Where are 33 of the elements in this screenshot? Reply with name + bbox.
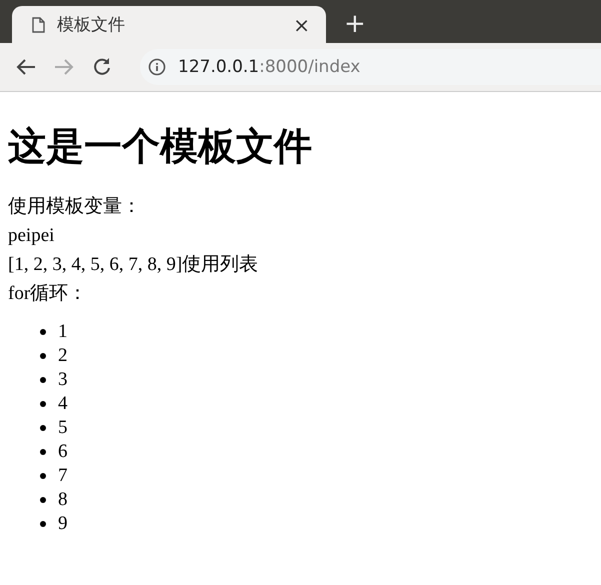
- list-item: 2: [58, 344, 68, 368]
- address-field[interactable]: 127.0.0.1:8000/index: [140, 49, 601, 85]
- back-arrow-icon: [16, 58, 36, 76]
- bullet-icon: [40, 521, 46, 527]
- text-line: peipei: [8, 225, 54, 246]
- browser-tab[interactable]: 模板文件 ×: [12, 6, 326, 43]
- list-item: 9: [58, 512, 68, 536]
- bullet-icon: [40, 377, 46, 383]
- close-tab-button[interactable]: ×: [289, 12, 314, 36]
- forward-arrow-icon: [54, 58, 74, 76]
- list-item: 7: [58, 464, 68, 488]
- reload-icon: [92, 57, 112, 77]
- page-heading: 这是一个模板文件: [8, 123, 313, 170]
- new-tab-button[interactable]: +: [340, 9, 370, 39]
- bullet-icon: [40, 329, 46, 335]
- list-item: 4: [58, 392, 68, 416]
- text-line: 使用模板变量：: [8, 196, 141, 217]
- bullet-icon: [40, 449, 46, 455]
- text-line: [1, 2, 3, 4, 5, 6, 7, 8, 9]使用列表: [8, 254, 258, 275]
- bullet-icon: [40, 425, 46, 431]
- list-item: 5: [58, 416, 68, 440]
- bullet-icon: [40, 353, 46, 359]
- text-line: for循环：: [8, 283, 88, 304]
- bullet-icon: [40, 401, 46, 407]
- list-item: 1: [58, 320, 68, 344]
- tab-title: 模板文件: [57, 14, 126, 36]
- document-icon: [32, 16, 45, 32]
- list-item: 3: [58, 368, 68, 392]
- bullet-icon: [40, 473, 46, 479]
- info-icon: [148, 58, 166, 76]
- bullet-icon: [40, 497, 46, 503]
- list-item: 8: [58, 488, 68, 512]
- list-item: 6: [58, 440, 68, 464]
